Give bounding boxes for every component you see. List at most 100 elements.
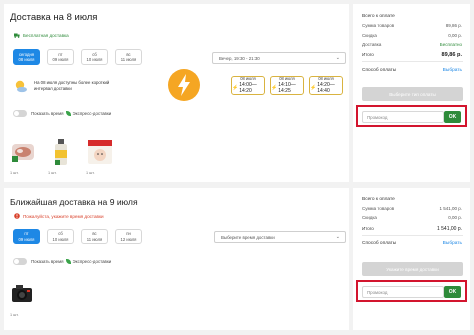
express-text: На 08 июля доступны более короткий интер… xyxy=(34,80,110,91)
slot-time-text: 14:20—14:40 xyxy=(317,81,335,95)
product-meat[interactable]: 1 шт. xyxy=(10,138,36,175)
date-pill-2[interactable]: сб 10 июля xyxy=(81,49,108,65)
total-value: 89,86 р. xyxy=(441,52,462,58)
delivery-panel-2: Ближайшая доставка на 9 июля Пожалуйста,… xyxy=(4,188,349,330)
row-label: Скидка xyxy=(362,215,377,220)
summary-heading: Всего к оплате xyxy=(362,14,395,19)
row-value: 0,00 р. xyxy=(448,215,462,220)
date-pill-0[interactable]: сегодня 08 июля xyxy=(13,49,40,65)
product-bottle[interactable]: 1 шт. xyxy=(48,138,74,175)
lightning-icon xyxy=(167,68,201,107)
toggle-label-text: Показать время xyxy=(31,111,64,116)
product-diapers[interactable]: 1 шт. xyxy=(86,138,112,175)
time-required-note: Пожалуйста, укажите время доставки xyxy=(14,213,104,219)
summary-row-1: Скидка 0,00 р. xyxy=(362,215,462,220)
truck-icon xyxy=(14,32,20,38)
date-pill-1[interactable]: сб 10 июля xyxy=(47,229,74,244)
summary-total: Итого 89,86 р. xyxy=(362,52,462,58)
camera-image xyxy=(12,285,32,302)
choose-payment-button[interactable]: Выберите тип оплаты xyxy=(362,87,463,101)
toggle-label: Показать время Экспресс-доставки xyxy=(31,111,111,116)
date-pill-2[interactable]: вс 11 июля xyxy=(81,229,108,244)
date-pill-bottom: 11 июля xyxy=(120,57,137,62)
payment-label: Способ оплаты xyxy=(362,241,397,246)
slot-time-text: 14:00—14:20 xyxy=(239,81,257,95)
summary-row-1: Скидка 0,00 р. xyxy=(362,33,462,38)
promo-ok-button[interactable]: OK xyxy=(444,286,461,298)
date-pill-bottom: 10 июля xyxy=(52,236,69,242)
toggle-label: Показать время Экспресс-доставки xyxy=(31,259,111,264)
chevron-down-icon: ⌄ xyxy=(335,234,340,240)
leaf-icon xyxy=(65,111,71,116)
time-select-value: Выберите время доставки xyxy=(221,234,275,240)
row-label: Сумма товаров xyxy=(362,23,395,28)
row-value: 89,86 р. xyxy=(445,23,462,28)
express-banner: На 08 июля доступны более короткий интер… xyxy=(10,69,348,101)
sun-icon xyxy=(14,79,28,98)
lightning-small-icon: ⚡ xyxy=(232,84,239,91)
date-pill-bottom: 11 июля xyxy=(86,236,103,242)
product-qty: 1 шт. xyxy=(48,171,57,175)
promo-box: Промокод OK xyxy=(356,105,467,127)
express-slot-1[interactable]: 08 июля ⚡ 14:10—14:25 xyxy=(270,76,304,95)
row-value: Бесплатно xyxy=(439,42,462,47)
product-qty: 1 шт. xyxy=(86,171,95,175)
total-label: Итого xyxy=(362,226,374,231)
total-label: Итого xyxy=(362,52,374,57)
show-time-toggle[interactable] xyxy=(13,258,27,265)
meat-image xyxy=(12,144,34,162)
promo-box: Промокод OK xyxy=(356,280,467,302)
delivery-panel-1: Доставка на 8 июля Бесплатная доставка с… xyxy=(4,4,349,182)
divider xyxy=(362,61,463,62)
payment-choose-link[interactable]: Выбрать xyxy=(443,68,462,73)
lightning-small-icon: ⚡ xyxy=(271,84,278,91)
toggle-express-text: Экспресс-доставки xyxy=(72,259,112,264)
time-select[interactable]: Вечер, 19:30 - 21:30 ⌄ xyxy=(212,52,346,64)
slot-time: ⚡ 14:20—14:40 xyxy=(310,82,342,95)
date-pill-1[interactable]: пт 09 июля xyxy=(47,49,74,65)
promo-ok-button[interactable]: OK xyxy=(444,111,461,123)
date-pill-bottom: 08 июля xyxy=(18,57,35,62)
express-slot-0[interactable]: 08 июля ⚡ 14:00—14:20 xyxy=(231,76,265,95)
date-pill-0[interactable]: пт 09 июля xyxy=(13,229,40,244)
summary-row-2: Доставка Бесплатно xyxy=(362,42,462,47)
time-required-text: Пожалуйста, укажите время доставки xyxy=(23,213,104,219)
row-label: Скидка xyxy=(362,33,377,38)
payment-row: Способ оплаты Выбрать xyxy=(362,241,462,246)
slot-time-text: 14:10—14:25 xyxy=(278,81,296,95)
chevron-down-icon: ⌄ xyxy=(335,55,340,61)
toggle-express-text: Экспресс-доставки xyxy=(72,111,112,116)
set-delivery-time-button[interactable]: Укажите время доставки xyxy=(362,262,463,276)
slot-time: ⚡ 14:10—14:25 xyxy=(271,82,303,95)
lightning-small-icon: ⚡ xyxy=(310,84,317,91)
warning-icon xyxy=(14,213,20,219)
payment-row: Способ оплаты Выбрать xyxy=(362,68,462,73)
leaf-icon xyxy=(65,259,71,264)
date-pill-3[interactable]: пн 12 июля xyxy=(115,229,142,244)
total-value: 1 541,00 р. xyxy=(436,226,462,232)
time-select[interactable]: Выберите время доставки ⌄ xyxy=(214,231,346,243)
slot-time: ⚡ 14:00—14:20 xyxy=(232,82,264,95)
express-slot-2[interactable]: 08 июля ⚡ 14:20—14:40 xyxy=(309,76,343,95)
summary-heading: Всего к оплате xyxy=(362,197,395,202)
row-label: Доставка xyxy=(362,42,382,47)
row-label: Сумма товаров xyxy=(362,206,395,211)
payment-label: Способ оплаты xyxy=(362,68,397,73)
payment-choose-link[interactable]: Выбрать xyxy=(443,241,462,246)
product-qty: 1 шт. xyxy=(10,171,19,175)
diapers-image xyxy=(88,140,112,164)
promo-code-input[interactable]: Промокод xyxy=(362,286,444,298)
divider xyxy=(362,235,463,236)
product-camera[interactable]: 1 шт. xyxy=(10,280,36,317)
date-pill-bottom: 10 июля xyxy=(86,57,103,62)
summary-total: Итого 1 541,00 р. xyxy=(362,226,462,232)
date-pill-bottom: 12 июля xyxy=(120,236,137,242)
section-title: Доставка на 8 июля xyxy=(10,12,98,23)
date-pill-3[interactable]: вс 11 июля xyxy=(115,49,142,65)
section-title: Ближайшая доставка на 9 июля xyxy=(10,197,138,207)
row-value: 1 541,00 р. xyxy=(439,206,462,211)
summary-row-0: Сумма товаров 1 541,00 р. xyxy=(362,206,462,211)
show-time-toggle[interactable] xyxy=(13,110,27,117)
promo-code-input[interactable]: Промокод xyxy=(362,111,444,123)
date-pill-bottom: 09 июля xyxy=(52,57,69,62)
